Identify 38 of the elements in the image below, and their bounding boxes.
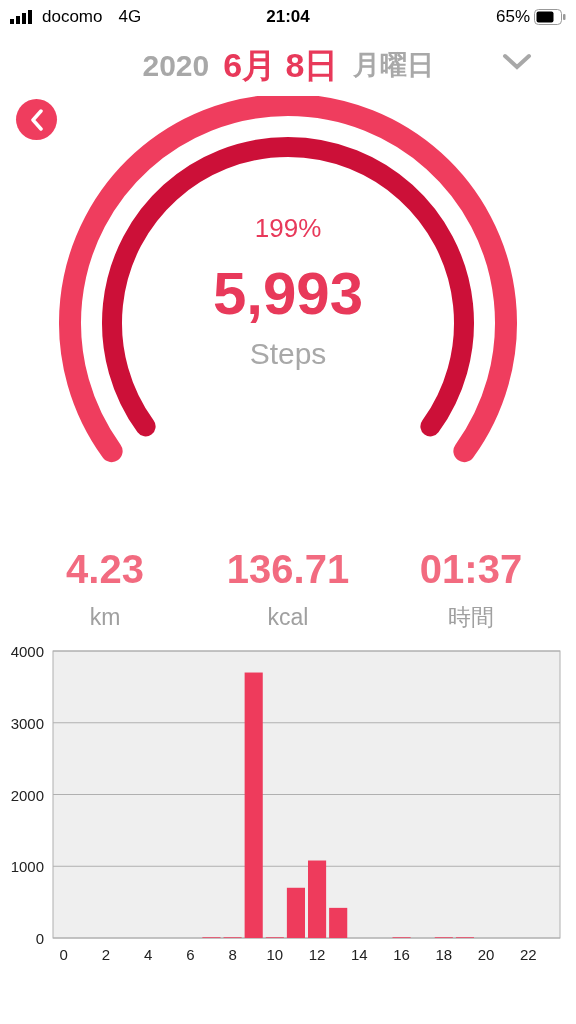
- x-axis-label: 2: [101, 946, 110, 963]
- back-button[interactable]: [16, 99, 57, 140]
- x-axis-label: 14: [350, 946, 368, 963]
- stat-value: 4.23: [66, 546, 144, 593]
- x-axis-label: 18: [435, 946, 453, 963]
- carrier-name: docomo: [42, 6, 103, 29]
- x-axis-label: 22: [519, 946, 537, 963]
- bar: [329, 907, 348, 938]
- stat-unit: 時間: [448, 603, 494, 632]
- y-axis-label: 0: [35, 930, 44, 947]
- step-count: 5,993: [212, 259, 364, 329]
- date-label: 6月 8日: [223, 44, 339, 86]
- y-axis-label: 2000: [10, 786, 44, 804]
- x-axis-label: 4: [143, 946, 153, 963]
- y-axis-label: 1000: [10, 858, 44, 876]
- goal-percent: 199%: [254, 212, 322, 245]
- stat-value: 01:37: [419, 546, 523, 593]
- stat-value: 136.71: [226, 546, 350, 593]
- clock-time: 21:04: [266, 6, 310, 29]
- weekday-label: 月曜日: [352, 48, 434, 82]
- x-axis-label: 20: [477, 946, 495, 963]
- network-type: 4G: [118, 6, 142, 29]
- stat-unit: kcal: [267, 603, 309, 632]
- stat-unit: km: [89, 603, 121, 632]
- back-icon: [29, 108, 44, 131]
- y-axis-label: 3000: [10, 714, 44, 732]
- x-axis-label: 10: [266, 946, 284, 963]
- x-axis-label: 16: [393, 946, 410, 963]
- battery-icon: [534, 9, 566, 25]
- battery-percent: 65%: [495, 6, 530, 29]
- x-axis-label: 12: [308, 946, 326, 963]
- x-axis-label: 0: [59, 946, 68, 963]
- y-axis-label: 4000: [10, 645, 44, 660]
- steps-unit: Steps: [249, 336, 327, 372]
- dropdown-chevron-icon[interactable]: [502, 52, 532, 72]
- x-axis-label: 8: [228, 946, 237, 963]
- x-axis-label: 6: [186, 946, 195, 963]
- year-label: 2020: [142, 47, 210, 84]
